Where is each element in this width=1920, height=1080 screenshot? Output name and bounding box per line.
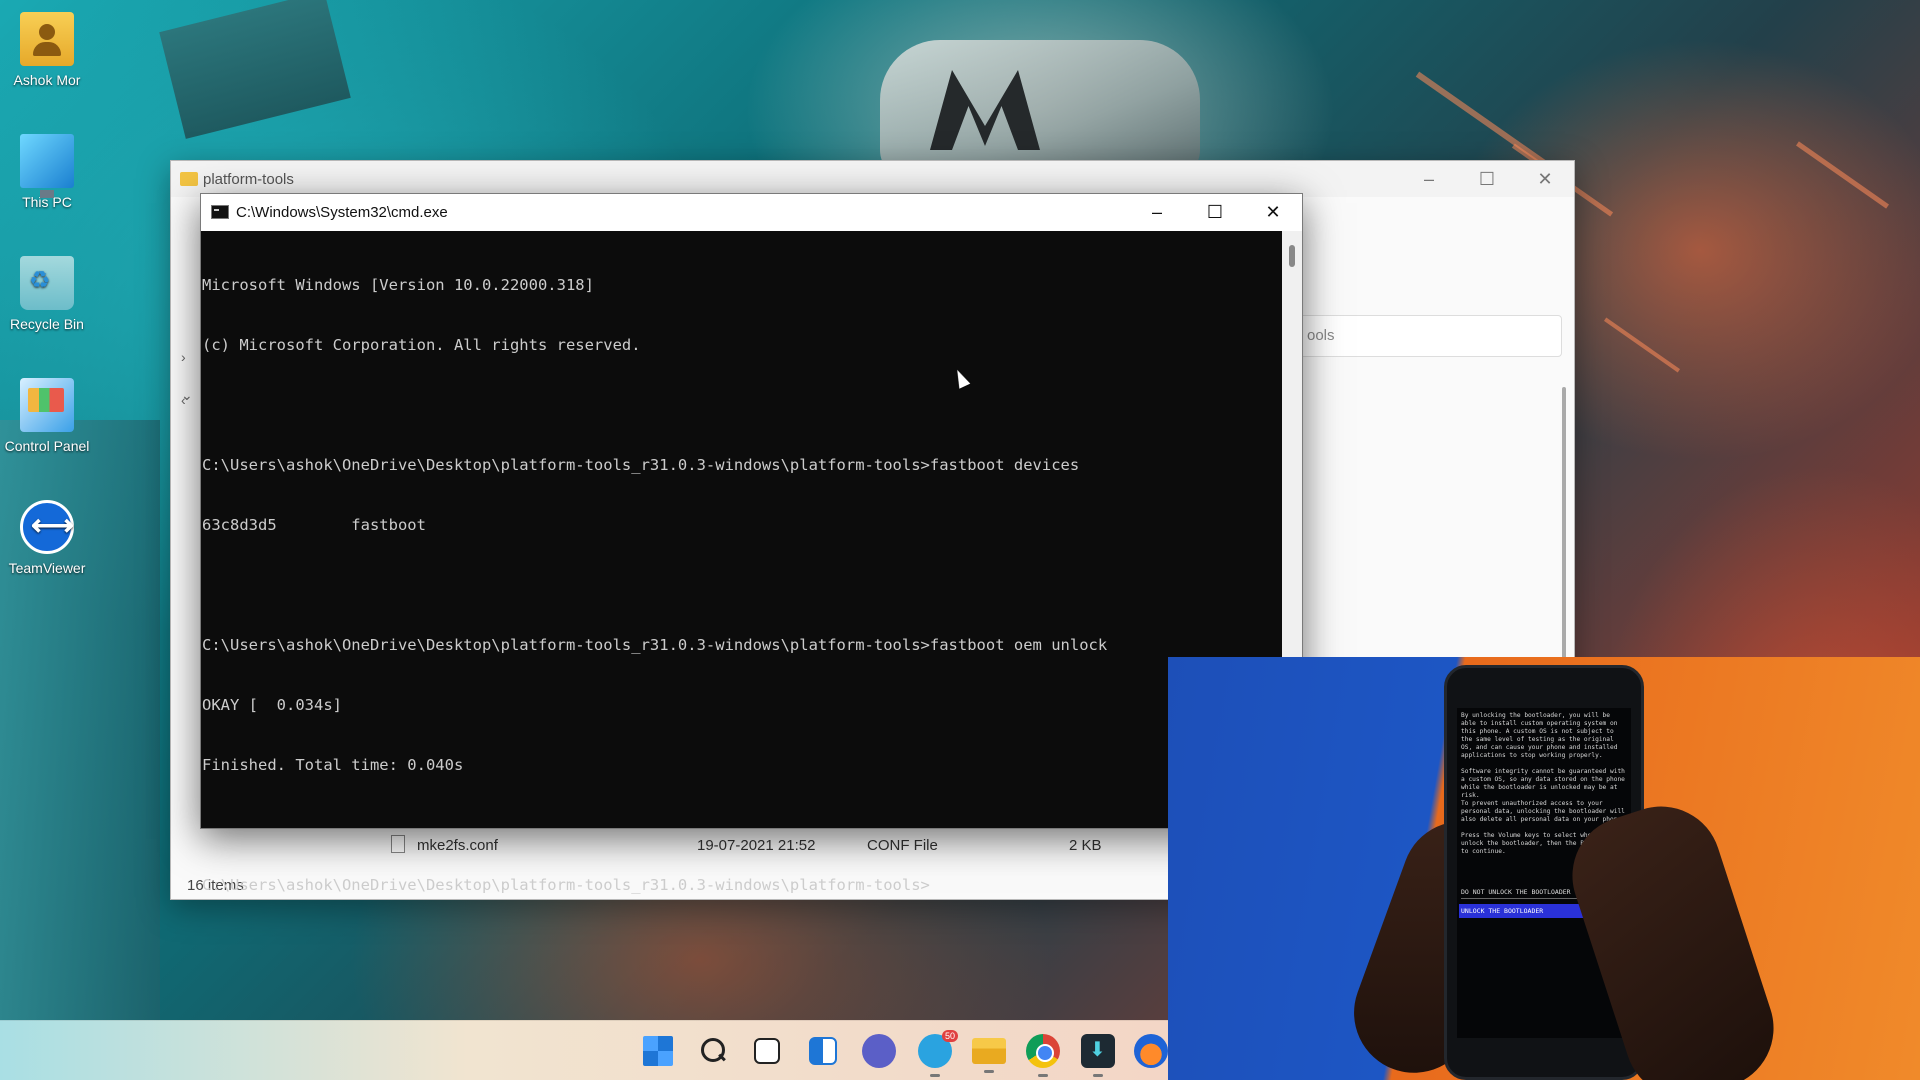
- wallpaper-crate: [159, 0, 351, 139]
- folder-icon: [180, 172, 198, 186]
- nav-chevron-right-icon[interactable]: ›: [181, 349, 186, 365]
- wallpaper-streak: [1603, 317, 1681, 373]
- download-app-icon[interactable]: [1081, 1034, 1115, 1077]
- cmd-window[interactable]: C:\Windows\System32\cmd.exe – ☐ ✕ Micros…: [200, 193, 1303, 894]
- headphones-icon[interactable]: [1134, 1034, 1168, 1068]
- recycle-bin-icon: [20, 256, 74, 310]
- file-explorer-icon[interactable]: [972, 1038, 1006, 1073]
- cmd-line: OKAY [ 0.034s]: [202, 696, 342, 714]
- control-panel-icon: [20, 378, 74, 432]
- cmd-line: [202, 575, 1282, 595]
- start-icon[interactable]: [643, 1036, 673, 1066]
- desktop-icon-teamviewer[interactable]: TeamViewer: [0, 500, 94, 576]
- explorer-title: platform-tools: [203, 171, 294, 188]
- explorer-titlebar[interactable]: platform-tools – ☐ ✕: [171, 161, 1574, 197]
- cmd-titlebar[interactable]: C:\Windows\System32\cmd.exe – ☐ ✕: [201, 194, 1302, 231]
- running-indicator: [930, 1074, 940, 1077]
- desktop-icon-recycle-bin[interactable]: Recycle Bin: [0, 256, 94, 332]
- cmd-line: 63c8d3d5 fastboot: [202, 516, 426, 534]
- desktop-icon-label: TeamViewer: [8, 560, 86, 576]
- monitor-icon: [20, 134, 74, 198]
- desktop-icon-this-pc[interactable]: This PC: [0, 134, 94, 210]
- search-icon[interactable]: [696, 1034, 730, 1068]
- user-folder-icon: [20, 12, 74, 66]
- cmd-prompt-line: C:\Users\ashok\OneDrive\Desktop\platform…: [202, 876, 930, 894]
- webcam-overlay: By unlocking the bootloader, you will be…: [1168, 657, 1920, 1080]
- cmd-line: (c) Microsoft Corporation. All rights re…: [202, 336, 641, 354]
- desktop-icon-label: Ashok Mor: [13, 72, 81, 88]
- cmd-close-button[interactable]: ✕: [1244, 194, 1302, 231]
- desktop-icon-label: Control Panel: [4, 438, 90, 454]
- telegram-icon[interactable]: 50: [918, 1030, 958, 1077]
- cmd-minimize-button[interactable]: –: [1128, 194, 1186, 231]
- cmd-maximize-button[interactable]: ☐: [1186, 194, 1244, 231]
- cmd-line: [202, 815, 1282, 835]
- notification-badge: 50: [941, 1030, 958, 1042]
- explorer-scrollbar[interactable]: [1562, 387, 1566, 697]
- explorer-minimize-button[interactable]: –: [1400, 161, 1458, 197]
- running-indicator: [1038, 1074, 1048, 1077]
- cmd-title: C:\Windows\System32\cmd.exe: [236, 204, 448, 221]
- chrome-icon[interactable]: [1026, 1034, 1060, 1077]
- terminal-icon: [211, 205, 229, 219]
- chat-icon[interactable]: [862, 1034, 896, 1068]
- desktop-icon-user-folder[interactable]: Ashok Mor: [0, 12, 94, 88]
- running-indicator: [1093, 1074, 1103, 1077]
- wallpaper-streak: [1796, 141, 1889, 209]
- task-view-icon[interactable]: [754, 1038, 780, 1064]
- widgets-icon[interactable]: [809, 1037, 837, 1065]
- nav-chevron-down-icon[interactable]: ⌄: [181, 387, 193, 404]
- explorer-maximize-button[interactable]: ☐: [1458, 161, 1516, 197]
- explorer-close-button[interactable]: ✕: [1516, 161, 1574, 197]
- desktop-icon-control-panel[interactable]: Control Panel: [0, 378, 94, 454]
- cmd-line: C:\Users\ashok\OneDrive\Desktop\platform…: [202, 636, 1108, 654]
- teamviewer-icon: [20, 500, 74, 554]
- explorer-search-field[interactable]: ools: [1292, 315, 1562, 357]
- wallpaper-vehicle: [880, 40, 1200, 180]
- taskbar: 50: [0, 1020, 1168, 1080]
- cmd-line: Microsoft Windows [Version 10.0.22000.31…: [202, 276, 594, 294]
- cmd-line: C:\Users\ashok\OneDrive\Desktop\platform…: [202, 456, 1080, 474]
- desktop-icon-label: Recycle Bin: [10, 316, 84, 332]
- cmd-line: [202, 395, 1282, 415]
- running-indicator: [984, 1070, 994, 1073]
- cmd-scroll-thumb[interactable]: [1289, 245, 1295, 267]
- cmd-output[interactable]: Microsoft Windows [Version 10.0.22000.31…: [201, 231, 1282, 894]
- cmd-line: Finished. Total time: 0.040s: [202, 756, 464, 774]
